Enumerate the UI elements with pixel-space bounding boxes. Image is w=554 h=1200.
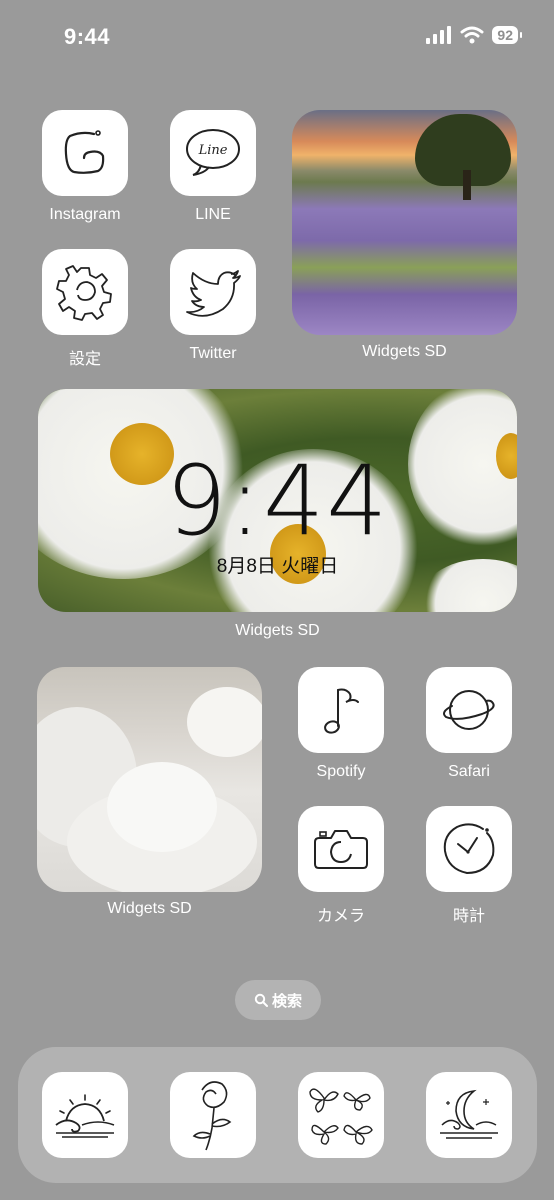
line-icon[interactable]: Line bbox=[170, 110, 256, 196]
app-label: 時計 bbox=[452, 908, 485, 925]
app-twitter[interactable]: Twitter bbox=[170, 249, 256, 363]
bird-icon[interactable] bbox=[170, 249, 256, 335]
moon-waves-icon bbox=[436, 1085, 502, 1145]
status-icons: 92 bbox=[426, 26, 522, 44]
status-time: 9:44 bbox=[64, 24, 111, 49]
butterflies-icon bbox=[306, 1080, 376, 1150]
app-settings[interactable]: 設定 bbox=[42, 249, 128, 369]
wifi-icon bbox=[460, 26, 484, 44]
camera-icon[interactable] bbox=[298, 806, 384, 892]
app-label: カメラ bbox=[316, 908, 365, 925]
app-instagram[interactable]: Instagram bbox=[42, 110, 128, 224]
search-button[interactable]: 検索 bbox=[235, 980, 321, 1020]
app-label: 設定 bbox=[68, 351, 101, 368]
widget-landscape-photo[interactable] bbox=[292, 110, 517, 335]
widget-label: Widgets SD bbox=[235, 622, 320, 639]
search-icon bbox=[254, 993, 268, 1007]
sun-waves-icon bbox=[52, 1089, 118, 1141]
dock bbox=[18, 1047, 537, 1183]
clock-icon[interactable] bbox=[426, 806, 512, 892]
widget-clock-date: 8月8日 火曜日 bbox=[216, 556, 339, 577]
widget-clock-time: 9:44 bbox=[165, 445, 390, 557]
cellular-signal-icon bbox=[426, 26, 452, 44]
app-label: Safari bbox=[448, 763, 490, 780]
app-label: Twitter bbox=[189, 345, 237, 362]
fabric bbox=[187, 687, 262, 757]
tree-trunk bbox=[463, 170, 471, 200]
app-safari[interactable]: Safari bbox=[426, 667, 512, 781]
widget-bouquet-photo[interactable] bbox=[37, 667, 262, 892]
app-spotify[interactable]: Spotify bbox=[298, 667, 384, 781]
gear-icon[interactable] bbox=[42, 249, 128, 335]
dock-app-rose[interactable] bbox=[170, 1072, 256, 1158]
widget-clock-daisy[interactable]: 9:44 8月8日 火曜日 bbox=[38, 389, 517, 612]
widget-label: Widgets SD bbox=[362, 343, 447, 360]
music-note-icon[interactable] bbox=[298, 667, 384, 753]
planet-icon[interactable] bbox=[426, 667, 512, 753]
flowers-image bbox=[107, 762, 217, 852]
dock-app-sun-waves[interactable] bbox=[42, 1072, 128, 1158]
app-label: Instagram bbox=[49, 206, 121, 223]
app-camera[interactable]: カメラ bbox=[298, 806, 384, 926]
dock-app-butterflies[interactable] bbox=[298, 1072, 384, 1158]
rose-icon bbox=[188, 1076, 238, 1154]
status-bar: 9:44 92 bbox=[0, 0, 554, 70]
app-line[interactable]: Line LINE bbox=[170, 110, 256, 224]
line-logo-text: Line bbox=[198, 143, 228, 158]
instagram-icon[interactable] bbox=[42, 110, 128, 196]
dock-app-moon-waves[interactable] bbox=[426, 1072, 512, 1158]
widget-label: Widgets SD bbox=[107, 900, 192, 917]
battery-icon: 92 bbox=[492, 26, 522, 44]
app-label: Spotify bbox=[316, 763, 366, 780]
app-clock[interactable]: 時計 bbox=[426, 806, 512, 926]
app-label: LINE bbox=[195, 206, 231, 223]
search-label: 検索 bbox=[271, 992, 302, 1010]
